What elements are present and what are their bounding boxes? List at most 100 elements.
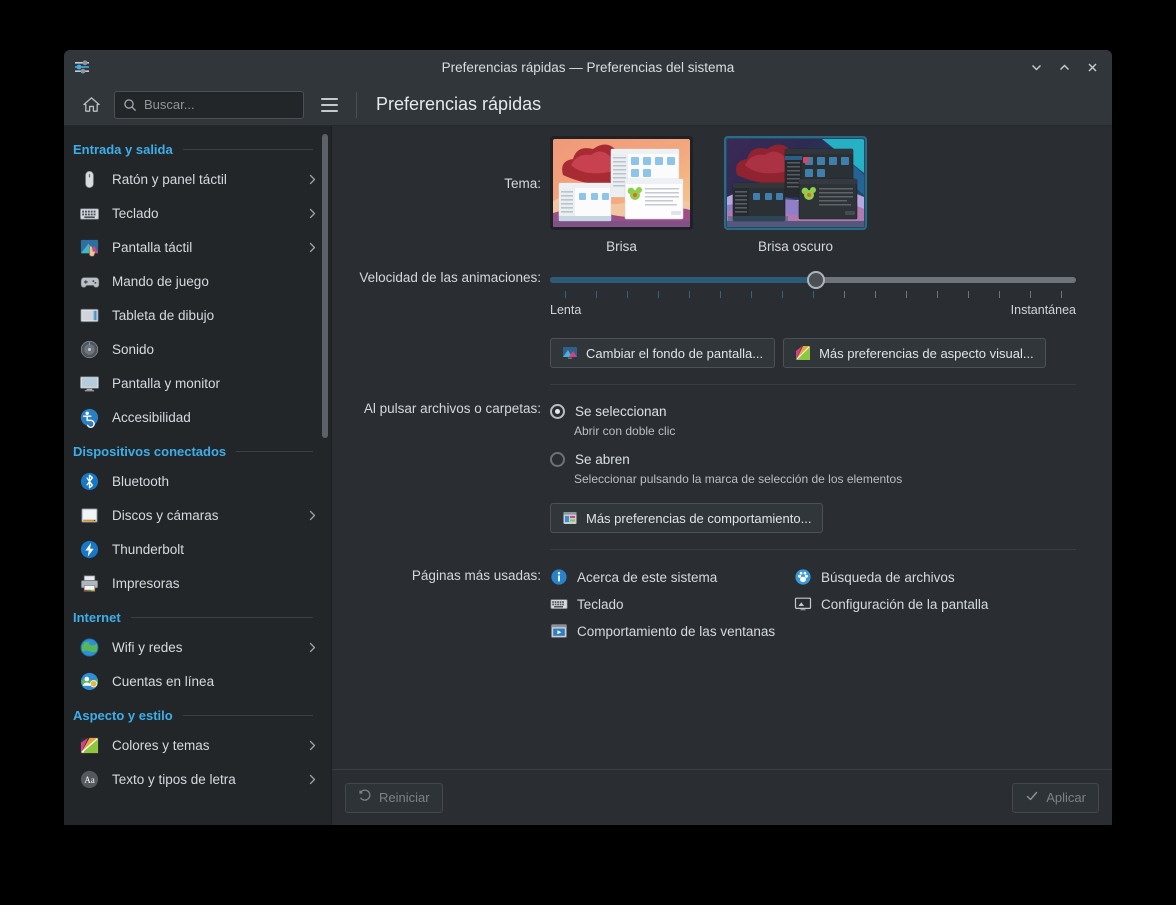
change-wallpaper-button[interactable]: Cambiar el fondo de pantalla... [550, 338, 776, 368]
theme-options: Brisa Brisa oscuro [550, 136, 1076, 254]
slider-fill [550, 277, 816, 283]
apply-button[interactable]: Aplicar [1012, 782, 1099, 813]
chevron-right-icon [306, 173, 319, 186]
most-used-link[interactable]: Teclado [550, 595, 790, 613]
most-used-link[interactable]: Comportamiento de las ventanas [550, 622, 790, 640]
slider-tick [720, 291, 722, 298]
slider-tick [565, 291, 567, 298]
section-divider-1 [550, 384, 1076, 385]
undo-icon [358, 789, 372, 806]
theme-label: Tema: [504, 176, 541, 191]
slider-tick [813, 291, 814, 298]
sidebar-item-texto-y-tipos-de-letra[interactable]: Aa Texto y tipos de letra [64, 762, 331, 796]
sidebar-group-rule [130, 617, 313, 618]
file-search-icon [794, 568, 812, 586]
sidebar-item-label: Pantalla y monitor [112, 375, 221, 391]
gamepad-icon [78, 270, 100, 292]
theme-option-light[interactable]: Brisa [550, 136, 693, 254]
theme-row: Tema: Brisa Brisa oscuro [354, 136, 1076, 254]
most-used-row: Páginas más usadas: Acerca de este siste… [354, 568, 1076, 640]
sidebar-group-title: Dispositivos conectados [73, 444, 227, 459]
sidebar-item-sonido[interactable]: Sonido [64, 332, 331, 366]
home-icon[interactable] [73, 90, 109, 120]
more-appearance-button[interactable]: Más preferencias de aspecto visual... [783, 338, 1046, 368]
reset-button[interactable]: Reiniciar [345, 782, 443, 813]
maximize-icon[interactable] [1050, 53, 1078, 81]
sidebar-item-bluetooth[interactable]: Bluetooth [64, 464, 331, 498]
most-used-link[interactable]: Configuración de la pantalla [794, 595, 1076, 613]
theme-thumbnail-light[interactable] [550, 136, 693, 230]
animation-speed-slider[interactable] [550, 270, 1076, 290]
appearance-buttons: Cambiar el fondo de pantalla... Más pref… [550, 338, 1076, 368]
sidebar-group-header: Internet [64, 600, 331, 630]
sidebar-item-tableta-de-dibujo[interactable]: Tableta de dibujo [64, 298, 331, 332]
sidebar-item-rat-n-y-panel-t-ctil[interactable]: Ratón y panel táctil [64, 162, 331, 196]
sidebar-item-thunderbolt[interactable]: Thunderbolt [64, 532, 331, 566]
behavior-icon [562, 510, 578, 526]
slider-tick [627, 291, 629, 298]
disks-icon [78, 504, 100, 526]
radio-select-items[interactable]: Se seleccionan [550, 401, 1076, 421]
window-behavior-icon [550, 622, 568, 640]
most-used-label: Páginas más usadas: [411, 568, 541, 583]
slider-handle[interactable] [806, 271, 825, 289]
settings-window: Preferencias rápidas — Preferencias del … [64, 50, 1112, 825]
radio-label-select: Se seleccionan [575, 403, 667, 419]
sidebar-item-cuentas-en-l-nea[interactable]: Cuentas en línea [64, 664, 331, 698]
slider-tick [843, 291, 845, 298]
section-divider-2 [550, 549, 1076, 550]
theme-thumbnail-dark[interactable] [724, 136, 867, 230]
sidebar-item-impresoras[interactable]: Impresoras [64, 566, 331, 600]
most-used-link[interactable]: Búsqueda de archivos [794, 568, 1076, 586]
globe-network-icon [78, 636, 100, 658]
most-used-link[interactable]: Acerca de este sistema [550, 568, 790, 586]
most-used-link-label: Comportamiento de las ventanas [577, 623, 776, 639]
sidebar-item-teclado[interactable]: Teclado [64, 196, 331, 230]
theme-option-dark[interactable]: Brisa oscuro [724, 136, 867, 254]
sidebar-item-colores-y-temas[interactable]: Colores y temas [64, 728, 331, 762]
radio-indicator-selected[interactable] [550, 403, 565, 419]
page-title: Preferencias rápidas [376, 94, 542, 114]
theme-name-light: Brisa [606, 239, 637, 254]
radio-indicator-unselected[interactable] [550, 451, 565, 467]
sidebar-scrollbar[interactable] [319, 126, 331, 825]
theme-name-dark: Brisa oscuro [757, 239, 834, 254]
sidebar-item-label: Thunderbolt [112, 541, 185, 557]
sidebar-list: Entrada y salida Ratón y panel táctil Te… [64, 126, 331, 825]
sidebar: Entrada y salida Ratón y panel táctil Te… [64, 126, 332, 825]
sidebar-item-accesibilidad[interactable]: Accesibilidad [64, 400, 331, 434]
window-controls [1022, 50, 1112, 84]
window-titlebar[interactable]: Preferencias rápidas — Preferencias del … [64, 50, 1112, 84]
sidebar-item-wifi-y-redes[interactable]: Wifi y redes [64, 630, 331, 664]
search-input[interactable] [144, 97, 320, 112]
sidebar-group-header: Dispositivos conectados [64, 434, 331, 464]
slider-tick [658, 291, 660, 298]
sidebar-item-discos-y-c-maras[interactable]: Discos y cámaras [64, 498, 331, 532]
more-behavior-button[interactable]: Más preferencias de comportamiento... [550, 503, 824, 533]
radio-open-items[interactable]: Se abren [550, 449, 1076, 469]
sidebar-item-pantalla-y-monitor[interactable]: Pantalla y monitor [64, 366, 331, 400]
slider-tick [998, 291, 1000, 298]
click-behavior-row: Al pulsar archivos o carpetas: Se selecc… [354, 401, 1076, 550]
hamburger-menu-icon[interactable] [314, 90, 344, 120]
animation-speed-row: Velocidad de las animaciones: Lenta Inst… [354, 270, 1076, 385]
toolbar-divider [356, 91, 357, 118]
sidebar-item-label: Ratón y panel táctil [112, 171, 227, 187]
slider-min-label: Lenta [550, 303, 582, 317]
sidebar-item-label: Pantalla táctil [112, 239, 193, 255]
sidebar-group-rule [236, 451, 313, 452]
slider-tick [967, 291, 969, 298]
radio-label-open: Se abren [575, 451, 630, 467]
minimize-icon[interactable] [1022, 53, 1050, 81]
sidebar-item-mando-de-juego[interactable]: Mando de juego [64, 264, 331, 298]
display-icon [78, 372, 100, 394]
sidebar-item-pantalla-t-ctil[interactable]: Pantalla táctil [64, 230, 331, 264]
close-icon[interactable] [1078, 53, 1106, 81]
slider-tick [874, 291, 876, 298]
search-box[interactable] [114, 90, 320, 119]
search-icon [123, 98, 137, 112]
colors-themes-icon [78, 734, 100, 756]
info-icon [550, 568, 568, 586]
sidebar-scrollbar-thumb[interactable] [322, 134, 328, 438]
dialog-footer: Reiniciar Aplicar [332, 769, 1112, 825]
